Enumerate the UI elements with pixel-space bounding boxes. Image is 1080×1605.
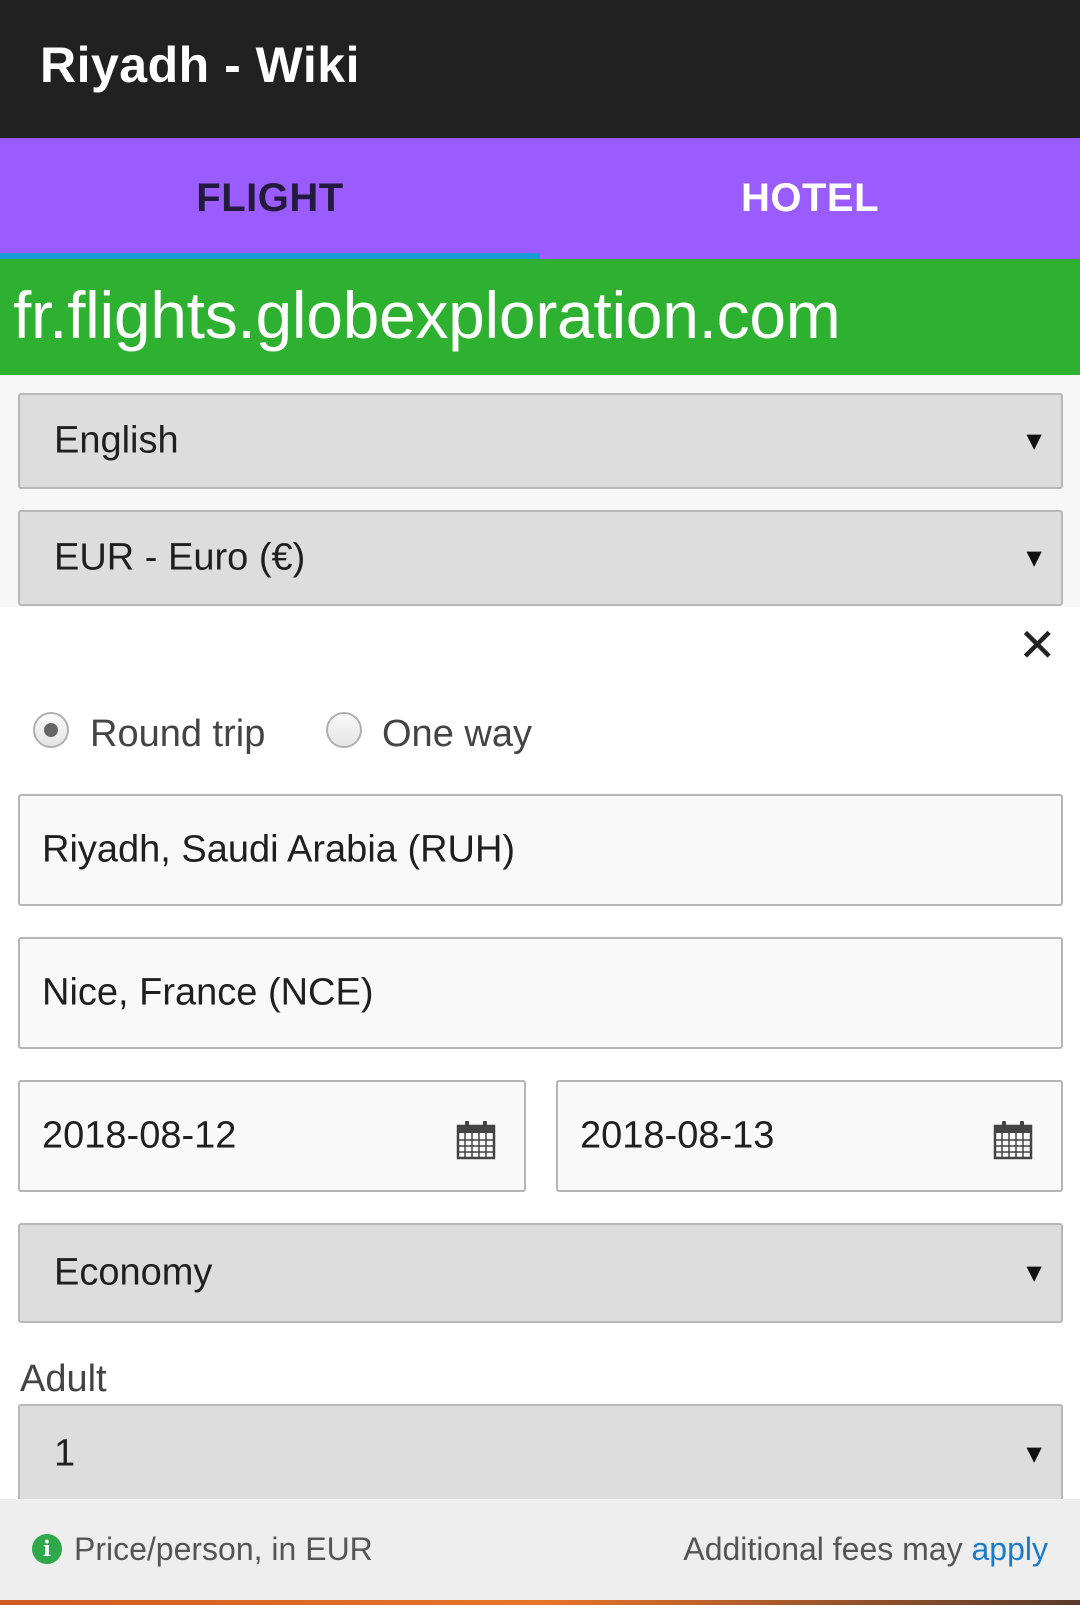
origin-input[interactable]: Riyadh, Saudi Arabia (RUH) — [18, 794, 1063, 906]
caret-down-icon: ▼ — [1021, 1257, 1047, 1288]
adult-count-select[interactable]: 1 ▼ — [18, 1404, 1063, 1504]
cabin-class-select[interactable]: Economy ▼ — [18, 1223, 1063, 1323]
round-trip-radio[interactable] — [33, 712, 69, 748]
language-value: English — [54, 419, 179, 462]
site-domain-text: fr.flights.globexploration.com — [13, 278, 841, 352]
language-select[interactable]: English ▼ — [18, 393, 1063, 489]
tab-bar: FLIGHT HOTEL — [0, 138, 1080, 259]
caret-down-icon: ▼ — [1021, 542, 1047, 573]
calendar-icon[interactable] — [456, 1120, 496, 1160]
one-way-radio[interactable] — [326, 712, 362, 748]
tab-hotel[interactable]: HOTEL — [540, 138, 1080, 259]
price-note: Price/person, in EUR — [74, 1531, 373, 1567]
depart-date-value: 2018-08-12 — [42, 1114, 237, 1157]
return-date-input[interactable]: 2018-08-13 — [556, 1080, 1063, 1192]
destination-value: Nice, France (NCE) — [42, 971, 374, 1014]
destination-input[interactable]: Nice, France (NCE) — [18, 937, 1063, 1049]
origin-value: Riyadh, Saudi Arabia (RUH) — [42, 828, 516, 871]
depart-date-input[interactable]: 2018-08-12 — [18, 1080, 526, 1192]
adult-label: Adult — [20, 1358, 107, 1400]
price-info-bar: i Price/person, in EUR Additional fees m… — [0, 1499, 1080, 1605]
tab-flight[interactable]: FLIGHT — [0, 138, 540, 259]
currency-value: EUR - Euro (€) — [54, 536, 306, 579]
round-trip-label[interactable]: Round trip — [90, 713, 265, 756]
caret-down-icon: ▼ — [1021, 1438, 1047, 1469]
info-icon: i — [32, 1534, 62, 1564]
calendar-icon[interactable] — [993, 1120, 1033, 1160]
site-banner: fr.flights.globexploration.com — [0, 259, 1080, 375]
fees-note-text: Additional fees may — [683, 1531, 972, 1567]
bottom-image-strip — [0, 1600, 1080, 1605]
currency-select[interactable]: EUR - Euro (€) ▼ — [18, 510, 1063, 606]
radio-selected-dot — [44, 723, 58, 737]
fees-apply-link[interactable]: apply — [972, 1531, 1049, 1567]
one-way-label[interactable]: One way — [382, 713, 532, 756]
return-date-value: 2018-08-13 — [580, 1114, 775, 1157]
adult-count-value: 1 — [54, 1432, 76, 1475]
app-bar: Riyadh - Wiki — [0, 0, 1080, 138]
caret-down-icon: ▼ — [1021, 425, 1047, 456]
close-icon[interactable]: ✕ — [1018, 622, 1057, 668]
fees-note: Additional fees may apply — [683, 1531, 1048, 1568]
cabin-class-value: Economy — [54, 1251, 213, 1294]
app-title: Riyadh - Wiki — [40, 37, 360, 93]
